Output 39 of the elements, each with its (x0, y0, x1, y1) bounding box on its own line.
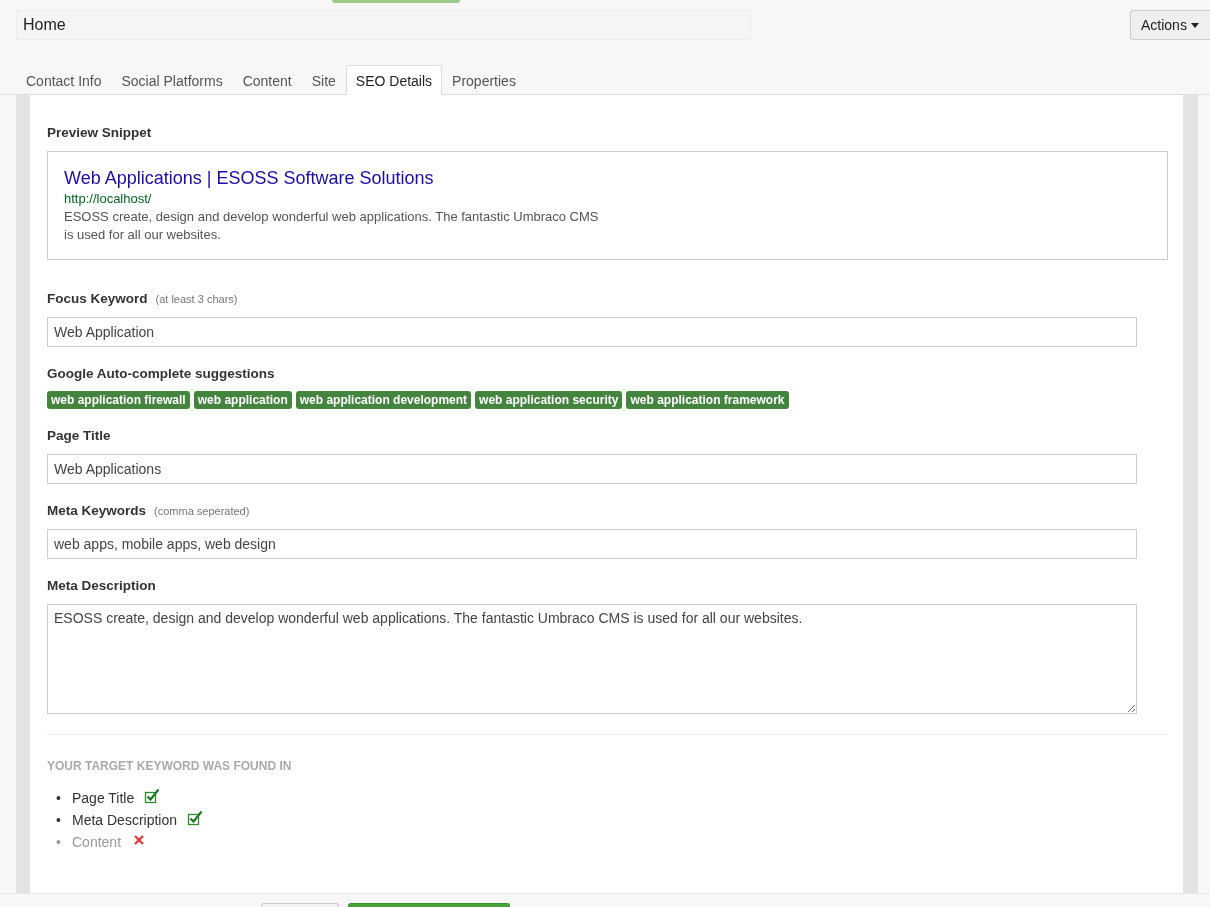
suggestion-tag[interactable]: web application firewall (47, 391, 190, 409)
snippet-title[interactable]: Web Applications | ESOSS Software Solutions (64, 167, 1151, 189)
snippet-url: http://localhost/ (64, 190, 153, 208)
input-field[interactable]: web apps, mobile apps, web design (47, 529, 1137, 559)
tab[interactable]: Properties (442, 66, 526, 95)
caret-icon (1190, 22, 1199, 28)
actions-button[interactable]: Actions (1130, 10, 1210, 40)
tab[interactable]: Social Platforms (111, 66, 233, 95)
list-item: Page Title (72, 790, 135, 806)
snippet-description: ESOSS create, design and develop wonderful web applications. The fantastic Umbraco CMS is used for all our websites. (64, 208, 600, 244)
list-bullet: • (56, 811, 62, 830)
list-item: Content (72, 834, 122, 850)
button-edge[interactable] (348, 903, 510, 907)
tab[interactable]: SEO Details (345, 65, 443, 95)
suggestion-tag[interactable]: web application development (295, 391, 472, 409)
field-label: Meta Keywords (47, 503, 147, 518)
tab[interactable]: Content (232, 66, 302, 95)
tab[interactable]: Contact Info (16, 66, 112, 95)
field-label: Page Title (47, 428, 111, 443)
button-edge[interactable] (261, 903, 339, 907)
section-heading: YOUR TARGET KEYWORD WAS FOUND IN (47, 759, 293, 773)
field-label: Focus Keyword (47, 291, 148, 306)
list-item: Meta Description (72, 812, 178, 828)
suggestion-tag[interactable]: web application framework (626, 391, 789, 409)
list-bullet: • (56, 833, 62, 852)
field-label: Google Auto-complete suggestions (47, 366, 275, 381)
suggestion-tag[interactable]: web application security (475, 391, 623, 409)
field-label: Meta Description (47, 578, 156, 593)
field-hint: (at least 3 chars) (155, 293, 238, 305)
textarea-field[interactable]: ESOSS create, design and develop wonderful web applications. The fantastic Umbraco CMS is used for all our websites. (47, 604, 1137, 714)
input-field[interactable]: Web Application (47, 317, 1137, 347)
list-bullet: • (56, 789, 62, 808)
field-label: Preview Snippet (47, 125, 152, 140)
suggestion-tag[interactable]: web application (193, 391, 292, 409)
field-hint: (comma seperated) (154, 505, 250, 517)
page-name-field[interactable]: Home (16, 10, 751, 40)
button-edge[interactable] (332, 0, 460, 3)
tab[interactable]: Site (301, 66, 346, 95)
input-field[interactable]: Web Applications (47, 454, 1137, 484)
